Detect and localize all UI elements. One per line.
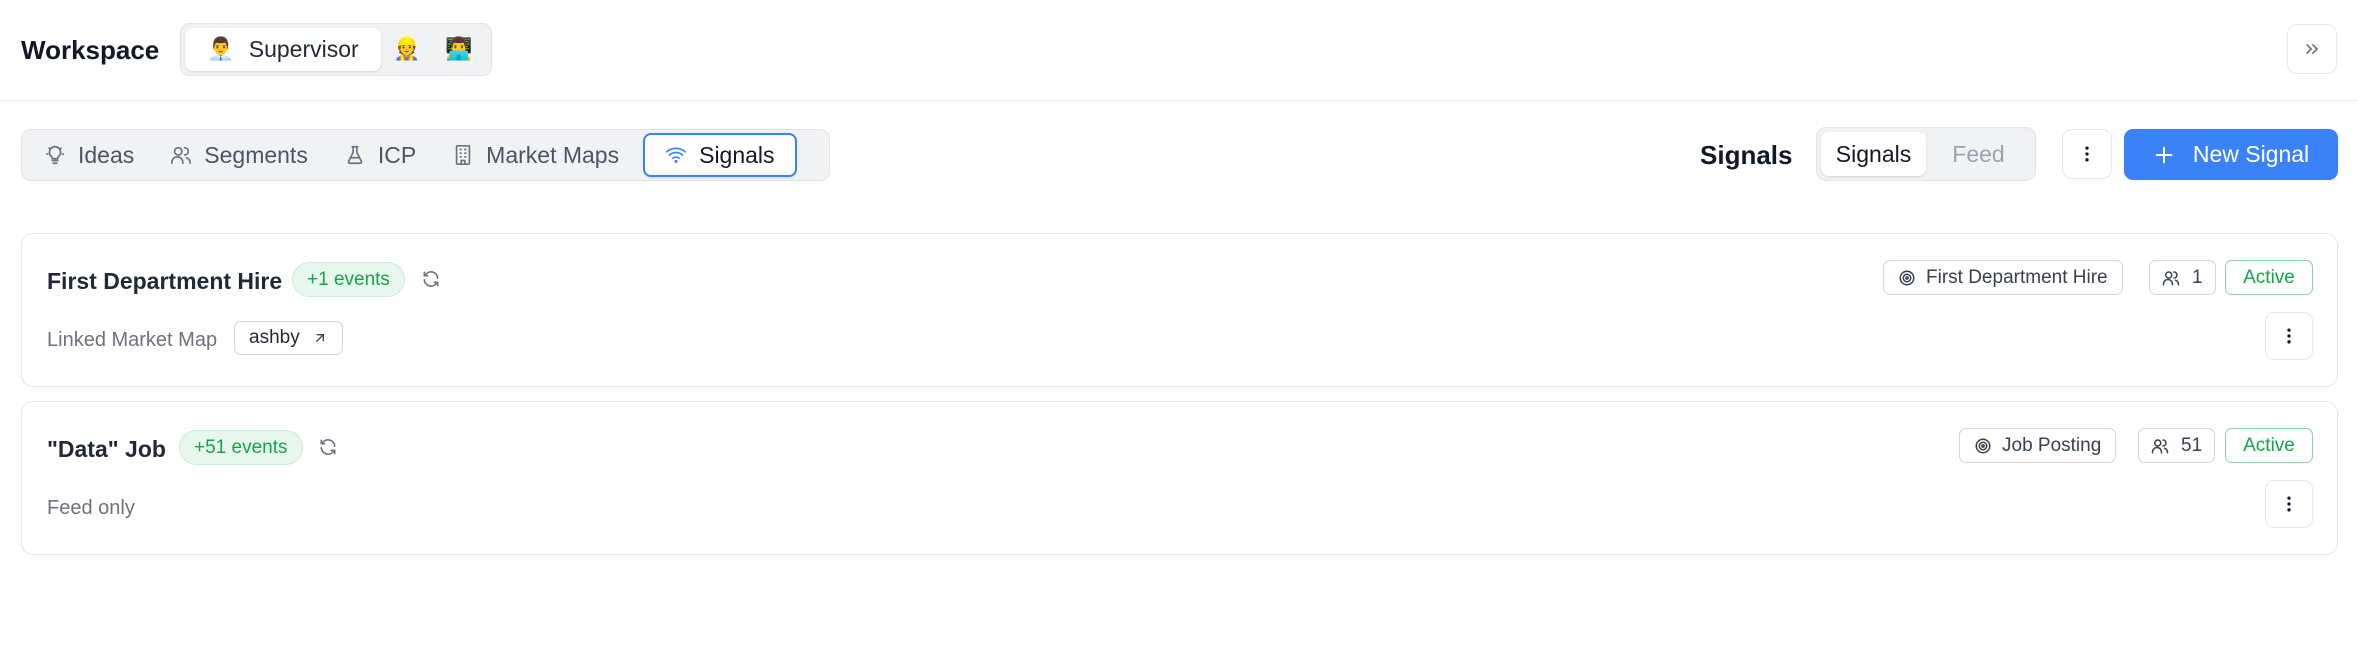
- more-vertical-icon: [2085, 146, 2089, 162]
- workspace-tabs: Ideas Segments ICP Market Maps Signals: [21, 129, 830, 181]
- tab-ideas-label: Ideas: [78, 141, 135, 168]
- status-badge: Active: [2225, 260, 2313, 295]
- flask-icon: [347, 145, 363, 165]
- new-signal-button[interactable]: New Signal: [2124, 129, 2338, 180]
- view-switcher: Signals Feed: [1816, 127, 2036, 181]
- signal-type-label: First Department Hire: [1926, 266, 2108, 288]
- linked-market-map-name: ashby: [249, 327, 300, 348]
- users-icon: [2151, 438, 2169, 453]
- refresh-icon[interactable]: [318, 437, 338, 457]
- people-count-chip: 1: [2149, 260, 2216, 295]
- tab-segments[interactable]: Segments: [152, 133, 326, 177]
- new-signal-label: New Signal: [2192, 141, 2310, 167]
- signal-more-options-button[interactable]: [2265, 480, 2313, 528]
- tab-icp-label: ICP: [377, 141, 417, 168]
- role-technologist-button[interactable]: 👨‍💻: [433, 28, 485, 71]
- role-supervisor-label: Supervisor: [248, 36, 359, 62]
- wifi-icon: [666, 147, 687, 163]
- top-bar: Workspace 👨‍💼 Supervisor 👷 👨‍💻: [0, 0, 2358, 101]
- worker-emoji-icon: 👷: [393, 36, 421, 62]
- more-vertical-icon: [2287, 496, 2291, 512]
- linked-market-map-label: Linked Market Map: [47, 329, 218, 351]
- refresh-icon[interactable]: [421, 269, 441, 289]
- view-signals-button[interactable]: Signals: [1821, 132, 1926, 176]
- linked-market-map-chip[interactable]: ashby: [234, 321, 343, 355]
- arrow-up-right-icon: [315, 334, 324, 342]
- tab-signals[interactable]: Signals: [643, 133, 797, 177]
- technologist-emoji-icon: 👨‍💻: [445, 36, 473, 62]
- building-icon: [455, 145, 471, 165]
- signal-type-chip: First Department Hire: [1883, 260, 2123, 295]
- more-options-button[interactable]: [2062, 129, 2112, 179]
- users-icon: [171, 146, 192, 165]
- lightbulb-icon: [45, 145, 65, 165]
- people-count: 51: [2181, 434, 2203, 456]
- tab-segments-label: Segments: [204, 141, 308, 168]
- signal-card[interactable]: First Department Hire +1 events Linked M…: [21, 233, 2338, 387]
- tab-market-maps[interactable]: Market Maps: [434, 133, 637, 177]
- view-feed-button[interactable]: Feed: [1926, 132, 2031, 176]
- people-count-chip: 51: [2138, 428, 2216, 463]
- role-switcher: 👨‍💼 Supervisor 👷 👨‍💻: [180, 23, 492, 76]
- collapse-panel-button[interactable]: [2287, 24, 2337, 74]
- tab-ideas[interactable]: Ideas: [26, 133, 152, 177]
- plus-icon: [2155, 146, 2173, 163]
- signal-type-label: Job Posting: [2002, 434, 2102, 456]
- role-worker-button[interactable]: 👷: [381, 28, 433, 71]
- target-icon: [1899, 270, 1915, 285]
- chevrons-right-icon: [2306, 44, 2318, 55]
- tab-signals-label: Signals: [699, 141, 775, 168]
- signal-type-chip: Job Posting: [1959, 428, 2117, 463]
- status-badge: Active: [2225, 428, 2313, 463]
- more-vertical-icon: [2287, 328, 2291, 344]
- target-icon: [1975, 438, 1991, 453]
- users-icon: [2162, 270, 2180, 285]
- tab-icp[interactable]: ICP: [326, 133, 434, 177]
- signal-title: "Data" Job: [47, 436, 166, 462]
- signal-card[interactable]: "Data" Job +51 events Feed only Job Post…: [21, 401, 2338, 555]
- people-count: 1: [2192, 266, 2203, 288]
- role-supervisor-button[interactable]: 👨‍💼 Supervisor: [185, 28, 381, 71]
- events-badge: +1 events: [292, 262, 405, 297]
- supervisor-emoji-icon: 👨‍💼: [207, 36, 235, 62]
- workspace-title: Workspace: [21, 35, 160, 65]
- signal-title: First Department Hire: [47, 268, 283, 294]
- feed-only-label: Feed only: [47, 497, 135, 519]
- tab-market-maps-label: Market Maps: [486, 141, 620, 168]
- signal-more-options-button[interactable]: [2265, 312, 2313, 360]
- events-badge: +51 events: [179, 430, 303, 465]
- section-title: Signals: [1700, 140, 1793, 170]
